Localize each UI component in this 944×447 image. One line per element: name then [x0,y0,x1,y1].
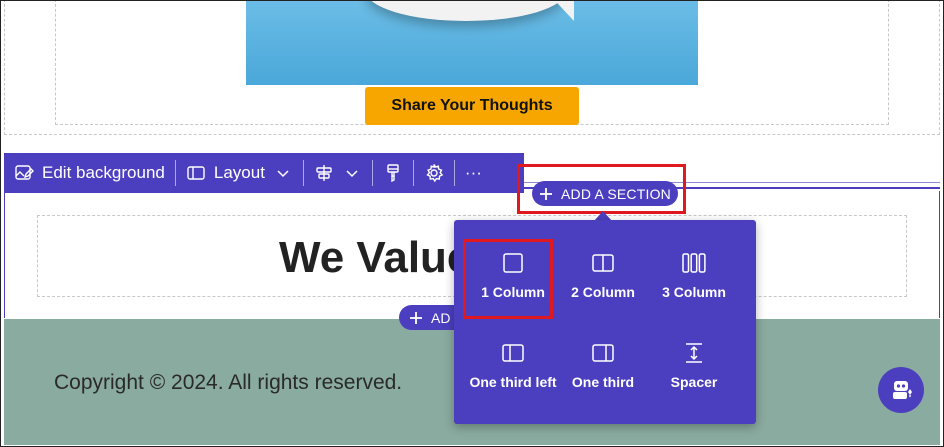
share-your-thoughts-button[interactable]: Share Your Thoughts [365,87,579,125]
spacer-icon [686,343,702,363]
edit-background-label: Edit background [42,163,165,182]
option-one-third-left[interactable]: One third left [468,324,558,404]
option-label: One third left [469,374,557,390]
three-column-icon [682,253,706,273]
align-center-icon [314,163,334,183]
chevron-down-icon [273,163,293,183]
copyright-text[interactable]: Copyright © 2024. All rights reserved. [54,371,402,395]
one-third-left-icon [502,344,524,362]
speech-bubble-tail-graphic [546,1,574,21]
editor-canvas: Share Your Thoughts We Value Copyright ©… [0,0,944,447]
highlight-box-add-section [517,164,686,214]
add-section-label-partial: AD [431,309,451,326]
option-one-third[interactable]: One third [558,324,648,404]
option-label: 2 Column [571,284,635,300]
speech-bubble-graphic [366,1,566,21]
layout-icon [186,163,206,183]
chevron-down-icon [342,163,362,183]
option-label: 3 Column [662,284,726,300]
plus-icon [410,311,422,324]
more-options-button[interactable]: ··· [455,153,492,193]
edit-background-button[interactable]: Edit background [4,153,175,193]
copilot-bot-icon [893,381,912,399]
section-heading[interactable]: We Value [279,233,471,283]
layout-label: Layout [213,163,265,182]
alignment-dropdown[interactable] [304,153,372,193]
option-label: One third [571,374,635,390]
copilot-button[interactable] [878,367,924,413]
option-spacer[interactable]: Spacer [649,324,739,404]
option-2-column[interactable]: 2 Column [558,234,648,314]
option-label: Spacer [670,374,718,390]
hero-image[interactable] [246,1,698,85]
section-settings-button[interactable] [414,153,454,193]
section-toolbar: Edit background Layout ··· [4,153,524,193]
layout-dropdown[interactable]: Layout [176,153,303,193]
gear-icon [424,163,444,183]
paintbrush-icon [383,163,403,183]
edit-background-icon [14,163,34,183]
option-3-column[interactable]: 3 Column [649,234,739,314]
highlight-box-1-column [463,239,553,319]
two-column-icon [592,254,614,272]
more-icon: ··· [464,163,482,182]
one-third-icon [592,344,614,362]
format-painter-button[interactable] [373,153,413,193]
